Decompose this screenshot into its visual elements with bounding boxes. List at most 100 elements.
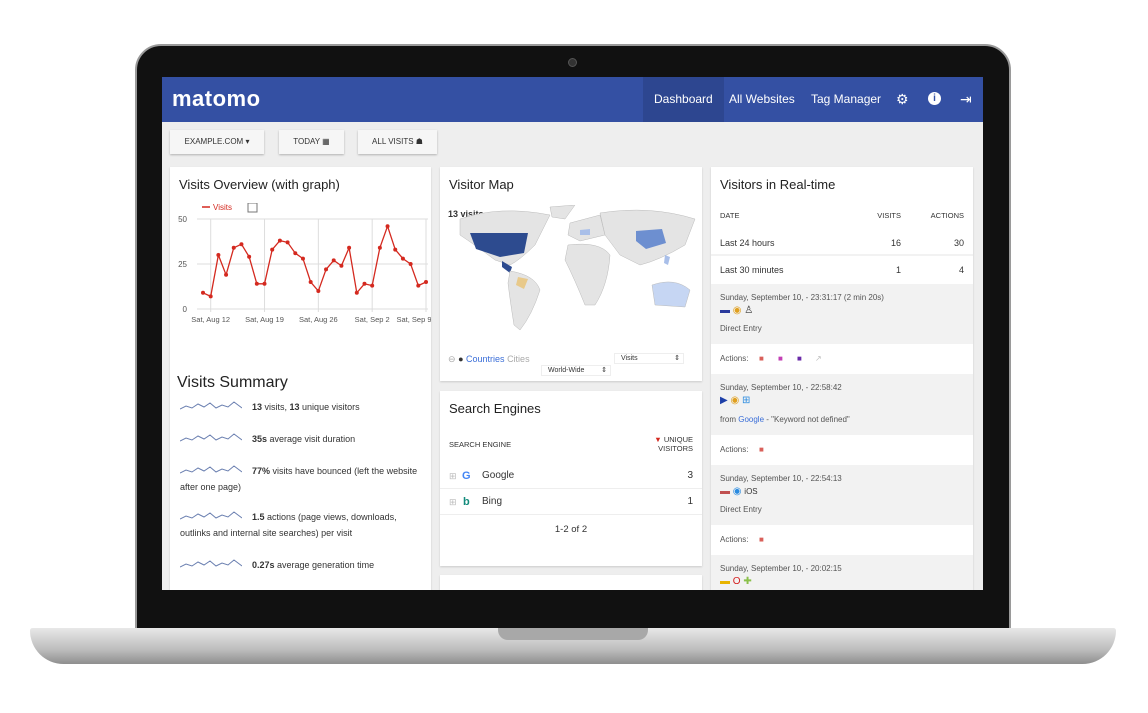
col-label: UNIQUE [663,435,693,444]
engine-value: 3 [687,470,693,481]
visit-source: from Google - "Keyword not defined" [720,415,850,424]
summary-item: 77% visits have bounced (left the websit… [180,463,420,495]
data-point [393,247,398,252]
nav-tag-manager[interactable]: Tag Manager [800,77,892,122]
x-tick-label: Sat, Sep 9 [396,315,431,324]
logout-icon[interactable]: ⇥ [960,91,972,108]
summary-value: 77% [252,466,271,476]
visit-icons: ▬ ◉ iOS [720,486,758,497]
visit-icons: ▬ O ✚ [720,576,752,587]
data-point [354,290,359,295]
data-point [408,262,413,266]
data-point [285,240,290,245]
source-prefix: from [720,415,739,424]
folder-icon[interactable]: ■ [797,344,802,374]
metric-select[interactable]: Visits ⇕ [614,353,684,364]
bing-icon: b [463,496,470,508]
nav-all-websites[interactable]: All Websites [718,77,806,122]
col-search-engine[interactable]: SEARCH ENGINE [449,440,511,449]
countries-tab[interactable]: Countries [466,354,505,364]
visits-chart: 0 25 50 Sat, Aug 12 Sat, Aug 19 Sat, Aug 26 Sa… [178,203,431,324]
segment-label: ALL VISITS [372,137,414,146]
outlink-icon[interactable]: ↗ [815,344,822,374]
visit-icons: ▶ ◉ ⊞ [720,395,750,406]
period-selector[interactable]: TODAY ▦ [279,130,344,154]
actions-label: Actions: [720,535,749,544]
sort-desc-icon: ▼ [654,435,662,444]
x-tick-label: Sat, Sep 2 [355,315,390,324]
visit-actions: Actions: ■ ■ ■ ↗ [711,344,973,374]
data-point [308,280,313,284]
summary-value: 1.5 [252,512,265,522]
folder-icon[interactable]: ■ [759,525,764,555]
map-view-controls: ⊖ ● Countries Cities [448,354,530,365]
col-unique-visitors[interactable]: ▼ UNIQUE VISITORS [654,435,693,453]
visit-entry[interactable]: Sunday, September 10, - 22:54:13 ▬ ◉ iOS… [711,465,973,525]
sparkline [180,433,242,442]
summary-item: 0.27s average generation time [180,557,420,573]
legend-label: Visits [213,203,232,212]
folder-icon[interactable]: ■ [759,344,764,374]
ukraine-flag-icon: ▬ [720,576,730,587]
philippines-flag-icon: ▶ [720,395,728,406]
summary-text: visits, [262,402,290,412]
cities-tab[interactable]: Cities [507,354,530,364]
metric-value: Visits [621,355,638,362]
table-row[interactable]: ⊞ b Bing 1 [440,489,702,515]
summary-text: average visit duration [267,434,356,444]
linux-icon: ♙ [744,305,754,316]
visit-actions: Actions: ■ [711,525,973,555]
x-tick-label: Sat, Aug 26 [299,315,338,324]
info-icon[interactable]: i [928,92,941,105]
engine-value: 1 [687,496,693,507]
ios-label: iOS [744,487,758,496]
expand-icon[interactable]: ⊞ [449,463,457,489]
visits-summary-title: Visits Summary [177,374,288,391]
matomo-logo[interactable]: matomo [172,86,261,112]
source-link[interactable]: Google [738,415,764,424]
data-point [201,290,205,295]
data-point [300,256,305,261]
chrome-icon: ◉ [732,305,742,316]
thailand-flag-icon: ▬ [720,305,730,316]
source-keyword: - "Keyword not defined" [764,415,850,424]
google-icon: G [462,470,471,482]
col-label: VISITORS [658,444,693,453]
y-tick-label: 25 [178,260,187,269]
segment-selector[interactable]: ALL VISITS ☗ [358,130,437,154]
data-point [270,247,275,252]
site-selector[interactable]: EXAMPLE.COM ▾ [170,130,264,154]
gear-icon[interactable]: ⚙ [896,91,909,108]
chrome-icon: ◉ [730,395,740,406]
laptop-notch [498,628,648,640]
visit-entry[interactable]: Sunday, September 10, - 22:58:42 ▶ ◉ ⊞ f… [711,374,973,435]
table-row: Last 30 minutes 1 4 [711,257,973,283]
table-row[interactable]: ⊞ G Google 3 [440,463,702,489]
visit-time: Sunday, September 10, - 22:54:13 [720,474,842,483]
visit-icons: ▬ ◉ ♙ [720,305,753,316]
folder-icon[interactable]: ■ [759,435,764,465]
engine-name: Google [482,470,515,481]
visitor-map-title: Visitor Map [449,177,514,192]
summary-value: 13 [252,402,263,412]
data-point [370,283,375,288]
visit-time: Sunday, September 10, - 22:58:42 [720,383,842,392]
opera-icon: O [732,576,741,587]
visit-time: Sunday, September 10, - 20:02:15 [720,564,842,573]
summary-item: 13 visits, 13 unique visitors [180,399,420,415]
summary-value: 13 [289,402,300,412]
visit-entry[interactable]: Sunday, September 10, - 23:31:17 (2 min … [711,284,973,344]
x-tick-label: Sat, Aug 19 [245,315,284,324]
folder-icon[interactable]: ■ [778,344,783,374]
series-line [202,224,427,298]
data-point [324,267,329,272]
row-visits: 1 [895,265,901,275]
visit-entry[interactable]: Sunday, September 10, - 20:02:15 ▬ O ✚ [711,555,973,590]
data-point [377,245,382,250]
nav-dashboard[interactable]: Dashboard [643,77,724,122]
expand-icon[interactable]: ⊞ [449,489,457,515]
region-select[interactable]: World-Wide ⇕ [541,365,611,376]
world-map[interactable] [440,205,702,335]
row-label: Last 24 hours [720,238,775,248]
zoom-out-icon[interactable]: ⊖ [448,354,456,364]
